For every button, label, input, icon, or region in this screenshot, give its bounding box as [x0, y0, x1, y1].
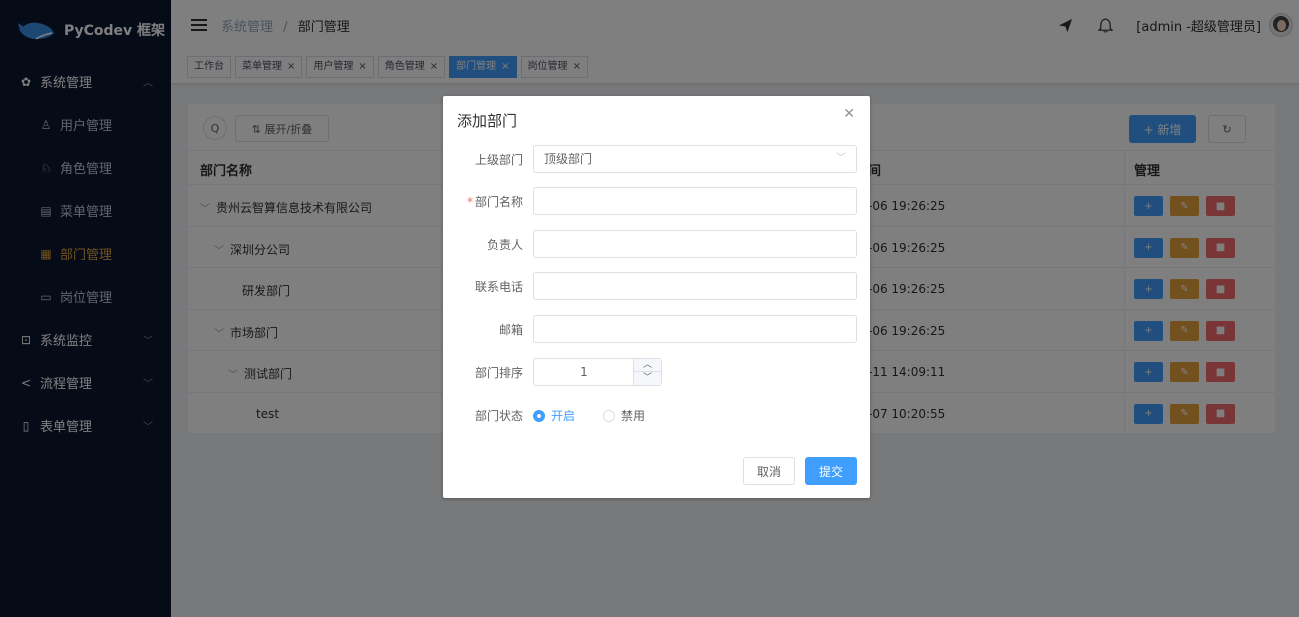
chevron-down-icon: ﹀: [836, 153, 846, 164]
chevron-down-icon[interactable]: ﹀: [634, 372, 661, 385]
cancel-button[interactable]: 取消: [743, 457, 795, 485]
submit-button[interactable]: 提交: [805, 457, 857, 485]
status-radio-on[interactable]: 开启: [533, 407, 575, 424]
status-off-label: 禁用: [621, 409, 646, 423]
email-label: 邮箱: [498, 323, 523, 337]
sort-stepper[interactable]: 1 ︿ ﹀: [533, 358, 662, 386]
parent-dept-select[interactable]: 顶级部门 ﹀: [533, 145, 857, 173]
form-row-phone: 联系电话: [443, 272, 870, 300]
form-row-leader: 负责人: [443, 230, 870, 258]
form-row-parent: 上级部门 顶级部门 ﹀: [443, 145, 870, 173]
status-label: 部门状态: [474, 409, 523, 423]
leader-label: 负责人: [486, 238, 523, 252]
parent-label: 上级部门: [474, 153, 523, 167]
required-mark: *: [466, 195, 473, 209]
add-dept-dialog: 添加部门 ✕ 上级部门 顶级部门 ﹀ * 部门名称 负责人 联系电话 邮箱 部门排…: [443, 96, 870, 498]
sort-value: 1: [580, 365, 588, 379]
form-row-sort: 部门排序 1 ︿ ﹀: [443, 358, 870, 386]
sort-label: 部门排序: [474, 366, 523, 380]
dept-name-input[interactable]: [533, 187, 857, 215]
name-label-text: 部门名称: [474, 195, 523, 209]
phone-label: 联系电话: [474, 280, 523, 294]
phone-input[interactable]: [533, 272, 857, 300]
form-row-status: 部门状态 开启 禁用: [443, 401, 870, 429]
dialog-title: 添加部门: [457, 112, 518, 130]
name-label: * 部门名称: [467, 193, 523, 210]
leader-input[interactable]: [533, 230, 857, 258]
close-icon[interactable]: ✕: [843, 106, 855, 122]
status-radio-group: 开启 禁用: [533, 407, 673, 424]
chevron-up-icon[interactable]: ︿: [634, 359, 661, 372]
status-radio-off[interactable]: 禁用: [603, 407, 645, 424]
email-input[interactable]: [533, 315, 857, 343]
parent-dept-value: 顶级部门: [544, 152, 593, 166]
form-row-email: 邮箱: [443, 315, 870, 343]
status-on-label: 开启: [551, 409, 576, 423]
form-row-name: * 部门名称: [443, 187, 870, 215]
